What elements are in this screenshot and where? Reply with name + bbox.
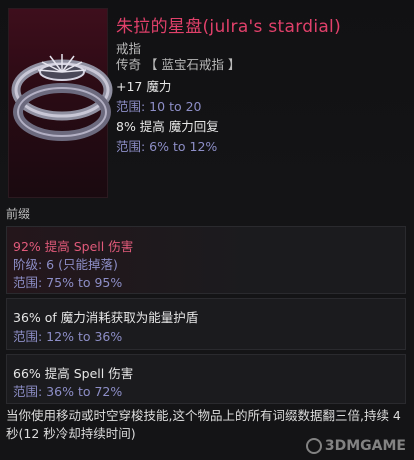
affix-range: 范围: 12% to 36% [13,329,123,344]
watermark: 3DMGAME [305,438,406,454]
item-title: 朱拉的星盘(julra's stardial) [116,17,342,37]
stat-mana-range: 范围: 10 to 20 [116,99,202,114]
affix-range: 范围: 36% to 72% [13,384,123,399]
stat-mana: +17 魔力 [116,79,172,94]
affix-tier: 阶级: 6 (只能掉落) [13,257,118,272]
tooltip-header: 朱拉的星盘(julra's stardial) 戒指 传奇 【 蓝宝石戒指 】 … [0,0,414,200]
affix-text: 92% 提高 Spell 伤害 [13,239,134,254]
stat-mana-regen: 8% 提高 魔力回复 [116,119,219,134]
affix-card: 92% 提高 Spell 伤害 阶级: 6 (只能掉落) 范围: 75% to … [6,226,406,294]
affix-range: 范围: 75% to 95% [13,275,123,290]
affix-text: 66% 提高 Spell 伤害 [13,366,134,381]
item-rarity: 传奇 【 蓝宝石戒指 】 [116,57,241,72]
ring-image [11,54,113,141]
affix-text: 36% of 魔力消耗获取为能量护盾 [13,310,199,325]
item-tooltip: 朱拉的星盘(julra's stardial) 戒指 传奇 【 蓝宝石戒指 】 … [0,0,414,460]
watermark-text: 3DMGAME [324,438,406,454]
stat-mana-regen-range: 范围: 6% to 12% [116,139,218,154]
prefix-section-label: 前缀 [6,207,31,221]
watermark-icon [305,438,322,454]
affix-card: 36% of 魔力消耗获取为能量护盾 范围: 12% to 36% [6,298,406,350]
affix-card: 66% 提高 Spell 伤害 范围: 36% to 72% [6,354,406,404]
